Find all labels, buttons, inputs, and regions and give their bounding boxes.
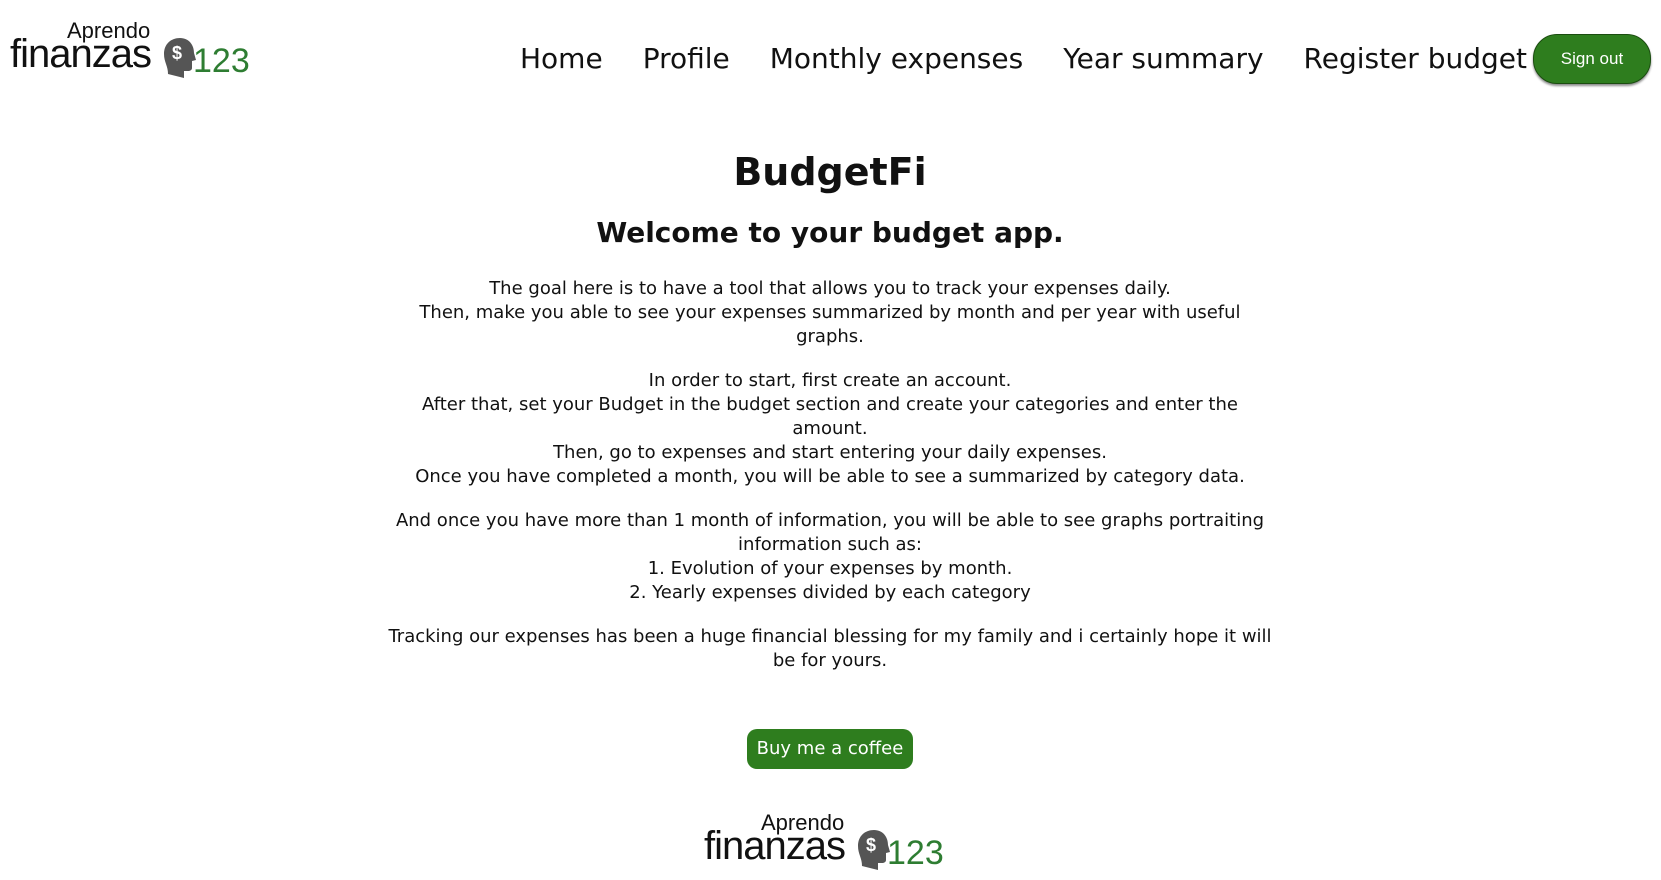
nav-home[interactable]: Home xyxy=(520,42,603,75)
text-line: Once you have completed a month, you wil… xyxy=(415,466,1245,487)
intro-text: The goal here is to have a tool that all… xyxy=(330,277,1330,673)
nav-monthly-expenses[interactable]: Monthly expenses xyxy=(770,42,1023,75)
paragraph-closing: Tracking our expenses has been a huge fi… xyxy=(330,625,1330,673)
head-dollar-icon: $ xyxy=(858,830,890,870)
logo-number-text: 123 xyxy=(193,42,250,80)
text-line: In order to start, first create an accou… xyxy=(648,370,1012,391)
text-line: Tracking our expenses has been a huge fi… xyxy=(388,626,1272,647)
dollar-symbol: $ xyxy=(172,43,182,63)
page-title: BudgetFi xyxy=(733,150,927,194)
sign-out-button[interactable]: Sign out xyxy=(1533,34,1651,84)
buy-me-a-coffee-button[interactable]: Buy me a coffee xyxy=(746,729,914,769)
logo-big-text: finanzas xyxy=(704,824,846,868)
nav-profile[interactable]: Profile xyxy=(643,42,730,75)
text-line: 2. Yearly expenses divided by each categ… xyxy=(629,582,1031,603)
nav-year-summary[interactable]: Year summary xyxy=(1063,42,1263,75)
text-line: And once you have more than 1 month of i… xyxy=(395,510,1265,531)
text-line: information such as: xyxy=(738,534,922,555)
text-line: The goal here is to have a tool that all… xyxy=(489,278,1171,299)
footer-logo: Aprendo finanzas $ 123 xyxy=(704,810,944,880)
text-line: After that, set your Budget in the budge… xyxy=(422,394,1238,415)
paragraph-getting-started: In order to start, first create an accou… xyxy=(330,369,1330,489)
dollar-symbol: $ xyxy=(866,835,876,855)
nav-register-budget[interactable]: Register budget xyxy=(1304,42,1527,75)
text-line: 1. Evolution of your expenses by month. xyxy=(647,558,1013,579)
text-line: Then, make you able to see your expenses… xyxy=(419,302,1241,323)
text-line: graphs. xyxy=(796,326,864,347)
logo-big-text: finanzas xyxy=(10,32,152,76)
text-line: be for yours. xyxy=(772,650,888,671)
head-dollar-icon: $ xyxy=(164,38,196,78)
page-subtitle: Welcome to your budget app. xyxy=(596,216,1064,249)
paragraph-graphs: And once you have more than 1 month of i… xyxy=(330,509,1330,605)
main-nav: Home Profile Monthly expenses Year summa… xyxy=(520,36,1567,80)
header: Aprendo finanzas $ 123 Home Profile Mont… xyxy=(0,0,1661,110)
text-line: Then, go to expenses and start entering … xyxy=(553,442,1107,463)
logo[interactable]: Aprendo finanzas $ 123 xyxy=(10,18,250,88)
paragraph-goal: The goal here is to have a tool that all… xyxy=(330,277,1330,349)
text-line: amount. xyxy=(792,418,868,439)
logo-number-text: 123 xyxy=(887,834,944,872)
main-content: BudgetFi Welcome to your budget app. The… xyxy=(330,150,1330,769)
